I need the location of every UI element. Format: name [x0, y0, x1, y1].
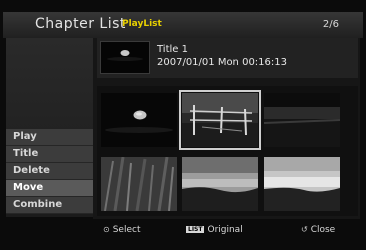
title-info: Title 1 2007/01/01 Mon 00:16:13: [157, 43, 287, 69]
chapter-thumbnail-2[interactable]: [179, 90, 261, 150]
chapter-thumbnail-3[interactable]: [264, 93, 340, 147]
chapter-thumbnail-5[interactable]: [182, 157, 258, 211]
menu-item-combine[interactable]: Combine: [6, 197, 93, 214]
menu-item-delete[interactable]: Delete: [6, 163, 93, 180]
footer-close-label: Close: [310, 225, 336, 235]
playlist-label: PlayList: [122, 19, 162, 29]
footer-close: ↺ Close: [301, 225, 335, 235]
title-datetime: 2007/01/01 Mon 00:16:13: [157, 57, 287, 68]
header-bar: Chapter List PlayList 2/6: [3, 12, 363, 38]
list-button-badge: LIST: [186, 226, 205, 233]
title-preview-thumbnail: [100, 41, 150, 74]
footer-original-label: Original: [207, 225, 243, 235]
footer-help-bar: ⊙ Select LIST Original ↺ Close: [3, 222, 363, 240]
page-title: Chapter List: [35, 16, 126, 32]
return-icon: ↺: [301, 225, 308, 234]
footer-select: ⊙ Select: [103, 225, 140, 235]
footer-select-label: Select: [112, 225, 141, 235]
title-name: Title 1: [157, 44, 188, 55]
footer-original: LIST Original: [186, 225, 243, 235]
chapter-thumbnail-4[interactable]: [101, 157, 177, 211]
chapter-thumbnail-6[interactable]: [264, 157, 340, 211]
menu-item-play[interactable]: Play: [6, 129, 93, 146]
option-menu: Play Title Delete Move Combine: [6, 129, 93, 214]
chapter-list-screen: Chapter List PlayList 2/6 Play Title Del…: [0, 0, 366, 250]
chapter-thumbnail-1[interactable]: [101, 93, 177, 147]
enter-icon: ⊙: [103, 225, 110, 234]
menu-item-title[interactable]: Title: [6, 146, 93, 163]
menu-item-move[interactable]: Move: [6, 180, 93, 197]
page-indicator: 2/6: [322, 19, 339, 30]
